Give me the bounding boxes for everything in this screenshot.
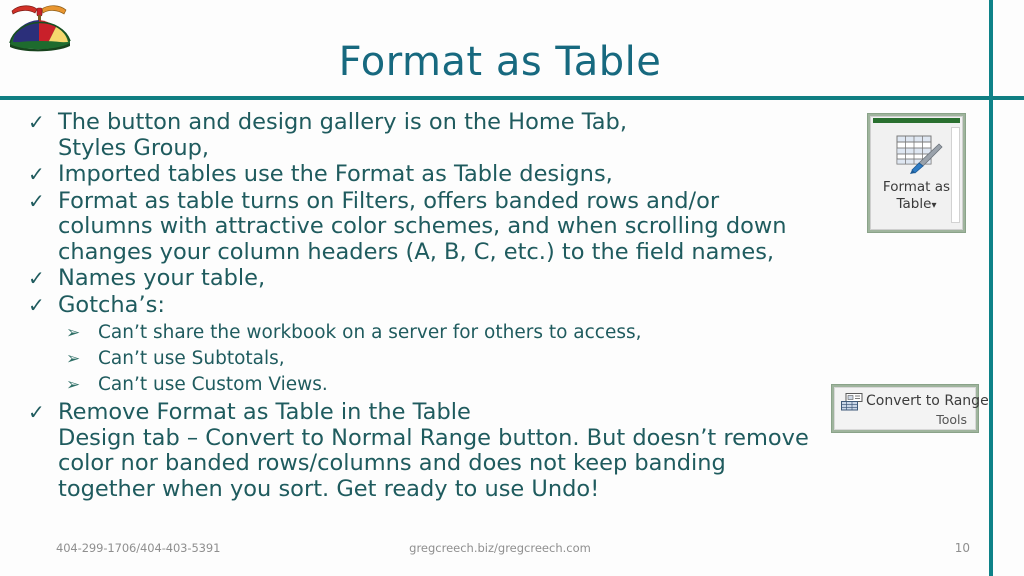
list-item-text: Names your table,	[58, 265, 266, 291]
format-as-table-button-face[interactable]: Format as Table▾	[870, 116, 963, 230]
format-as-table-button-screenshot[interactable]: Format as Table▾	[868, 114, 965, 232]
list-item: ✓ Imported tables use the Format as Tabl…	[22, 161, 867, 188]
list-item-text: Format as table turns on Filters, offers…	[58, 187, 787, 265]
list-item-text: Gotcha’s:	[58, 291, 165, 318]
sub-list-item: ➢ Can’t use Custom Views.	[58, 372, 867, 398]
arrow-bullet-icon: ➢	[66, 375, 81, 395]
convert-to-range-button-face[interactable]: Convert to Range Tools	[834, 387, 989, 430]
list-item-text: Remove Format as Table in the Table Desi…	[58, 399, 809, 502]
sub-list-item: ➢ Can’t share the workbook on a server f…	[58, 320, 867, 346]
check-icon: ✓	[28, 188, 45, 213]
check-icon: ✓	[28, 400, 45, 424]
slide-canvas: Format as Table ✓ The button and design …	[0, 0, 1024, 576]
format-as-table-button-label: Format as Table▾	[871, 179, 962, 214]
format-as-table-label-line2: Table	[896, 196, 932, 212]
header-divider-line	[0, 96, 1024, 100]
check-icon: ✓	[28, 162, 45, 186]
list-item: ✓ Format as table turns on Filters, offe…	[22, 187, 867, 266]
sub-list-item-text: Can’t use Custom Views.	[98, 374, 328, 395]
sub-list-item-text: Can’t share the workbook on a server for…	[98, 322, 642, 343]
check-icon: ✓	[28, 266, 45, 290]
list-item-text: Imported tables use the Format as Table …	[58, 161, 613, 187]
list-item: ✓ Names your table,	[22, 265, 867, 292]
page-title: Format as Table	[338, 39, 662, 85]
sub-list-item: ➢ Can’t use Subtotals,	[58, 346, 867, 372]
arrow-bullet-icon: ➢	[66, 349, 81, 369]
chevron-down-icon[interactable]: ▾	[931, 200, 936, 211]
check-icon: ✓	[28, 110, 45, 134]
convert-to-range-button-screenshot[interactable]: Convert to Range Tools	[832, 385, 989, 432]
sub-bullet-list: ➢ Can’t share the workbook on a server f…	[58, 320, 867, 398]
ribbon-group-label-tools: Tools	[936, 412, 967, 427]
arrow-bullet-icon: ➢	[66, 323, 81, 343]
list-item: ✓ Remove Format as Table in the Table De…	[22, 399, 867, 502]
right-vertical-accent-line	[989, 0, 993, 576]
list-item-text: The button and design gallery is on the …	[58, 109, 627, 161]
list-item: ✓ Gotcha’s: ➢ Can’t share the workbook o…	[22, 291, 867, 399]
sub-list-item-text: Can’t use Subtotals,	[98, 348, 285, 369]
list-item: ✓ The button and design gallery is on th…	[22, 109, 867, 161]
format-as-table-label-line1: Format as	[882, 179, 951, 195]
bullet-list: ✓ The button and design gallery is on th…	[22, 109, 867, 502]
ribbon-green-accent-bar	[873, 118, 960, 123]
convert-to-range-icon	[841, 393, 863, 411]
table-with-brush-icon	[895, 133, 943, 175]
content-body: ✓ The button and design gallery is on th…	[22, 109, 867, 503]
check-icon: ✓	[28, 292, 45, 317]
footer-page-number: 10	[954, 541, 970, 555]
convert-to-range-label: Convert to Range	[866, 393, 989, 409]
footer-website: gregcreech.biz/gregcreech.com	[409, 541, 591, 555]
